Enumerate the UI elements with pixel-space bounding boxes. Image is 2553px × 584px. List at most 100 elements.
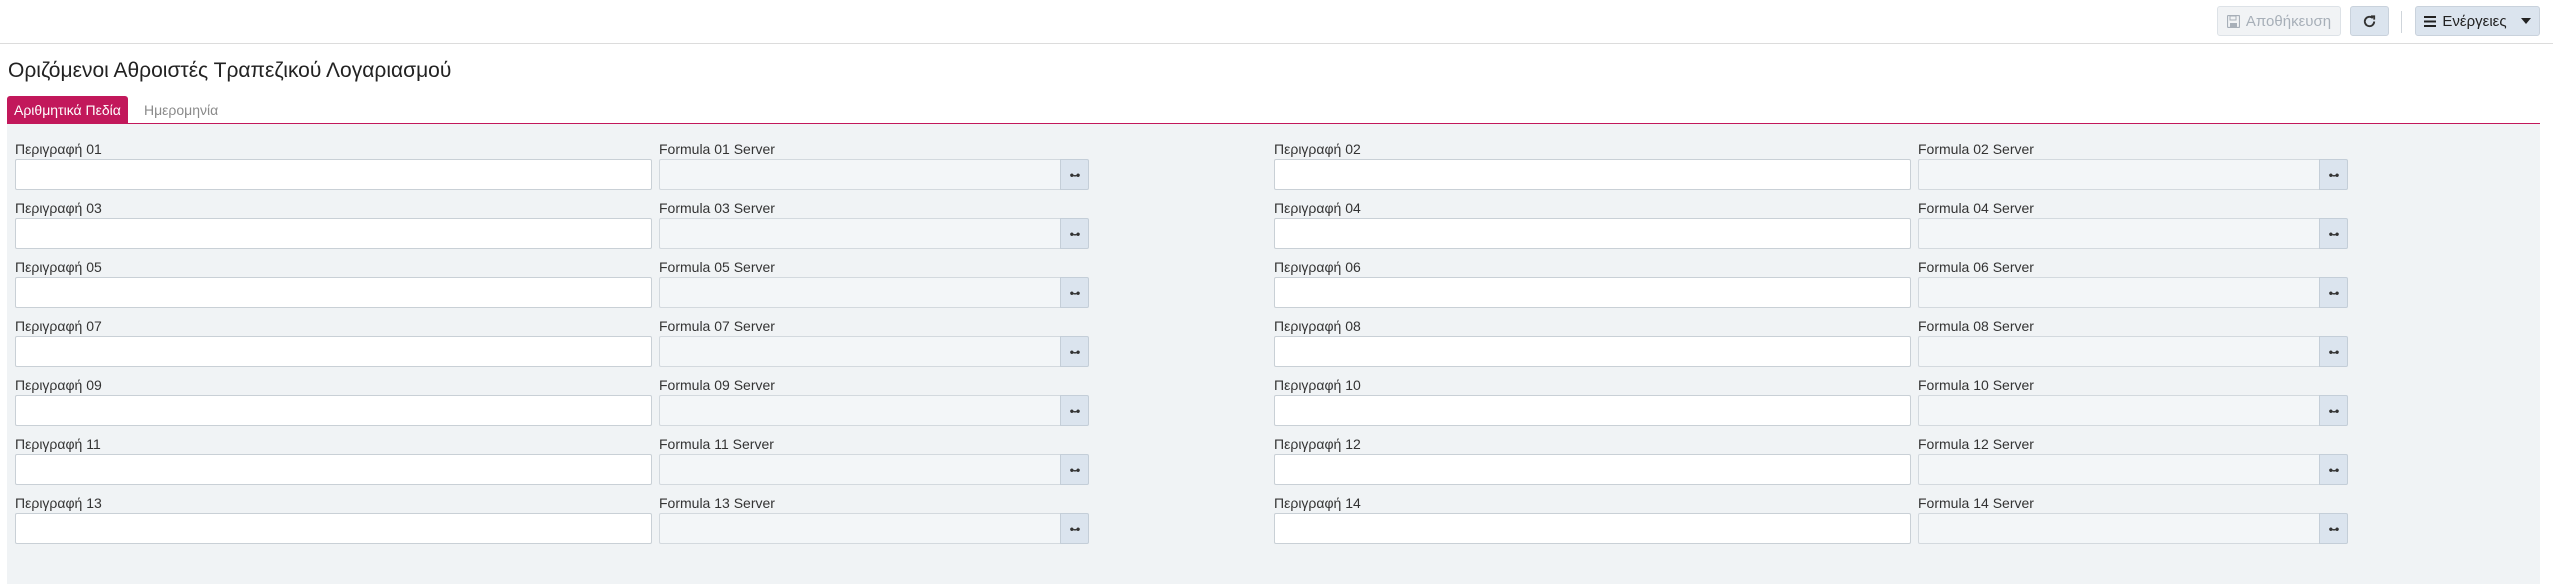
formula-lookup-button[interactable]: •-• xyxy=(1060,513,1089,544)
formula-lookup-button[interactable]: •-• xyxy=(2319,395,2348,426)
description-input[interactable] xyxy=(15,159,652,190)
formula-label: Formula 14 Server xyxy=(1918,495,2034,511)
actions-button-label: Ενέργειες xyxy=(2442,12,2507,30)
formula-input[interactable] xyxy=(1918,513,2327,544)
formula-label: Formula 10 Server xyxy=(1918,377,2034,393)
tab-date[interactable]: Ημερομηνία xyxy=(137,96,225,123)
ellipsis-icon: •-• xyxy=(2328,167,2339,182)
ellipsis-icon: •-• xyxy=(1069,226,1080,241)
formula-label: Formula 06 Server xyxy=(1918,259,2034,275)
formula-label: Formula 12 Server xyxy=(1918,436,2034,452)
formula-input[interactable] xyxy=(659,454,1068,485)
formula-input[interactable] xyxy=(659,513,1068,544)
formula-label: Formula 04 Server xyxy=(1918,200,2034,216)
ellipsis-icon: •-• xyxy=(2328,285,2339,300)
ellipsis-icon: •-• xyxy=(1069,285,1080,300)
formula-lookup-button[interactable]: •-• xyxy=(2319,336,2348,367)
description-label: Περιγραφή 01 xyxy=(15,141,102,157)
formula-label: Formula 01 Server xyxy=(659,141,775,157)
description-label: Περιγραφή 12 xyxy=(1274,436,1361,452)
description-input[interactable] xyxy=(1274,454,1911,485)
formula-label: Formula 02 Server xyxy=(1918,141,2034,157)
formula-input[interactable] xyxy=(659,277,1068,308)
description-input[interactable] xyxy=(1274,159,1911,190)
formula-lookup-button[interactable]: •-• xyxy=(2319,454,2348,485)
top-toolbar: Αποθήκευση Ενέργειες xyxy=(0,0,2553,44)
save-button-label: Αποθήκευση xyxy=(2245,12,2332,30)
actions-dropdown-button[interactable]: Ενέργειες xyxy=(2415,6,2540,36)
formula-lookup-button[interactable]: •-• xyxy=(2319,218,2348,249)
ellipsis-icon: •-• xyxy=(2328,403,2339,418)
description-label: Περιγραφή 14 xyxy=(1274,495,1361,511)
formula-input[interactable] xyxy=(1918,395,2327,426)
formula-label: Formula 05 Server xyxy=(659,259,775,275)
ellipsis-icon: •-• xyxy=(1069,462,1080,477)
description-input[interactable] xyxy=(15,395,652,426)
description-input[interactable] xyxy=(15,513,652,544)
description-input[interactable] xyxy=(1274,395,1911,426)
formula-input[interactable] xyxy=(1918,277,2327,308)
formula-lookup-button[interactable]: •-• xyxy=(2319,513,2348,544)
ellipsis-icon: •-• xyxy=(1069,167,1080,182)
description-input[interactable] xyxy=(15,277,652,308)
description-label: Περιγραφή 07 xyxy=(15,318,102,334)
description-input[interactable] xyxy=(15,336,652,367)
formula-label: Formula 07 Server xyxy=(659,318,775,334)
formula-lookup-button[interactable]: •-• xyxy=(1060,454,1089,485)
formula-lookup-button[interactable]: •-• xyxy=(2319,159,2348,190)
refresh-icon xyxy=(2363,14,2376,27)
description-label: Περιγραφή 06 xyxy=(1274,259,1361,275)
caret-down-icon xyxy=(2520,18,2531,24)
tab-numeric-fields[interactable]: Αριθμητικά Πεδία xyxy=(7,96,128,123)
formula-label: Formula 11 Server xyxy=(659,436,774,452)
formula-input[interactable] xyxy=(659,336,1068,367)
ellipsis-icon: •-• xyxy=(2328,462,2339,477)
formula-lookup-button[interactable]: •-• xyxy=(1060,159,1089,190)
formula-lookup-button[interactable]: •-• xyxy=(1060,218,1089,249)
menu-icon xyxy=(2424,15,2437,27)
formula-lookup-button[interactable]: •-• xyxy=(1060,277,1089,308)
formula-input[interactable] xyxy=(1918,159,2327,190)
description-label: Περιγραφή 04 xyxy=(1274,200,1361,216)
description-label: Περιγραφή 13 xyxy=(15,495,102,511)
floppy-icon xyxy=(2226,14,2240,28)
description-label: Περιγραφή 05 xyxy=(15,259,102,275)
formula-label: Formula 03 Server xyxy=(659,200,775,216)
ellipsis-icon: •-• xyxy=(2328,226,2339,241)
refresh-button[interactable] xyxy=(2350,6,2389,36)
save-button[interactable]: Αποθήκευση xyxy=(2217,6,2341,36)
description-input[interactable] xyxy=(15,454,652,485)
description-input[interactable] xyxy=(1274,336,1911,367)
description-label: Περιγραφή 02 xyxy=(1274,141,1361,157)
formula-input[interactable] xyxy=(659,218,1068,249)
description-label: Περιγραφή 03 xyxy=(15,200,102,216)
description-label: Περιγραφή 09 xyxy=(15,377,102,393)
ellipsis-icon: •-• xyxy=(2328,344,2339,359)
ellipsis-icon: •-• xyxy=(1069,344,1080,359)
description-input[interactable] xyxy=(1274,513,1911,544)
tab-bar: Αριθμητικά Πεδία Ημερομηνία xyxy=(0,96,2553,125)
formula-lookup-button[interactable]: •-• xyxy=(1060,336,1089,367)
ellipsis-icon: •-• xyxy=(2328,521,2339,536)
formula-input[interactable] xyxy=(659,159,1068,190)
form-panel: Περιγραφή 01 Formula 01 Server •-• Περιγραφ… xyxy=(7,124,2540,584)
formula-input[interactable] xyxy=(1918,454,2327,485)
ellipsis-icon: •-• xyxy=(1069,521,1080,536)
page-title: Οριζόμενοι Αθροιστές Τραπεζικού Λογαριασ… xyxy=(8,59,452,82)
formula-lookup-button[interactable]: •-• xyxy=(1060,395,1089,426)
description-input[interactable] xyxy=(1274,218,1911,249)
formula-label: Formula 13 Server xyxy=(659,495,775,511)
formula-input[interactable] xyxy=(1918,218,2327,249)
formula-label: Formula 08 Server xyxy=(1918,318,2034,334)
formula-label: Formula 09 Server xyxy=(659,377,775,393)
formula-input[interactable] xyxy=(659,395,1068,426)
toolbar-divider xyxy=(2401,11,2402,33)
description-label: Περιγραφή 08 xyxy=(1274,318,1361,334)
description-input[interactable] xyxy=(1274,277,1911,308)
formula-lookup-button[interactable]: •-• xyxy=(2319,277,2348,308)
description-label: Περιγραφή 11 xyxy=(15,436,101,452)
description-input[interactable] xyxy=(15,218,652,249)
description-label: Περιγραφή 10 xyxy=(1274,377,1361,393)
formula-input[interactable] xyxy=(1918,336,2327,367)
ellipsis-icon: •-• xyxy=(1069,403,1080,418)
